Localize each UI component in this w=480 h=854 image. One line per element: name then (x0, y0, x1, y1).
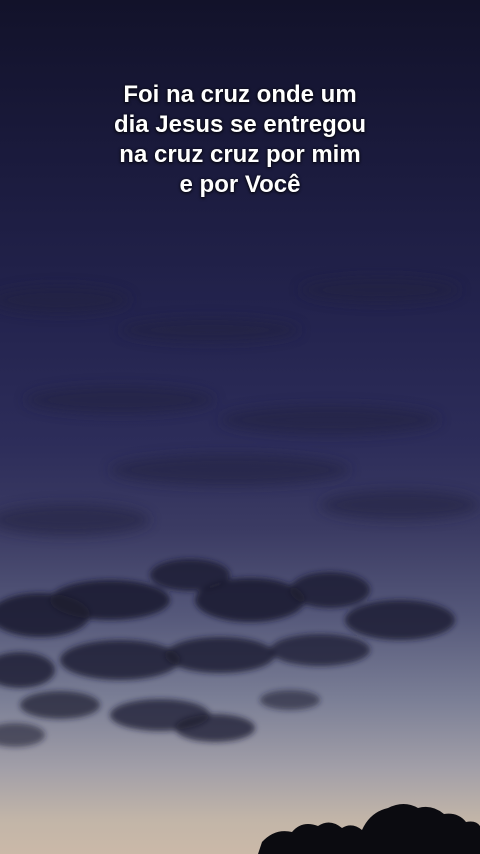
upper-clouds (0, 277, 480, 536)
caption-line-4: e por Você (179, 171, 301, 198)
caption-line-2: dia Jesus se entregou (113, 111, 367, 138)
tree-silhouette (258, 804, 480, 854)
video-frame: Foi na cruz onde um dia Jesus se entrego… (0, 0, 480, 854)
lyrics-caption: Foi na cruz onde um dia Jesus se entrego… (0, 80, 480, 200)
dark-clouds (0, 559, 455, 747)
caption-line-1: Foi na cruz onde um (123, 81, 357, 108)
caption-line-3: na cruz cruz por mim (119, 141, 361, 168)
